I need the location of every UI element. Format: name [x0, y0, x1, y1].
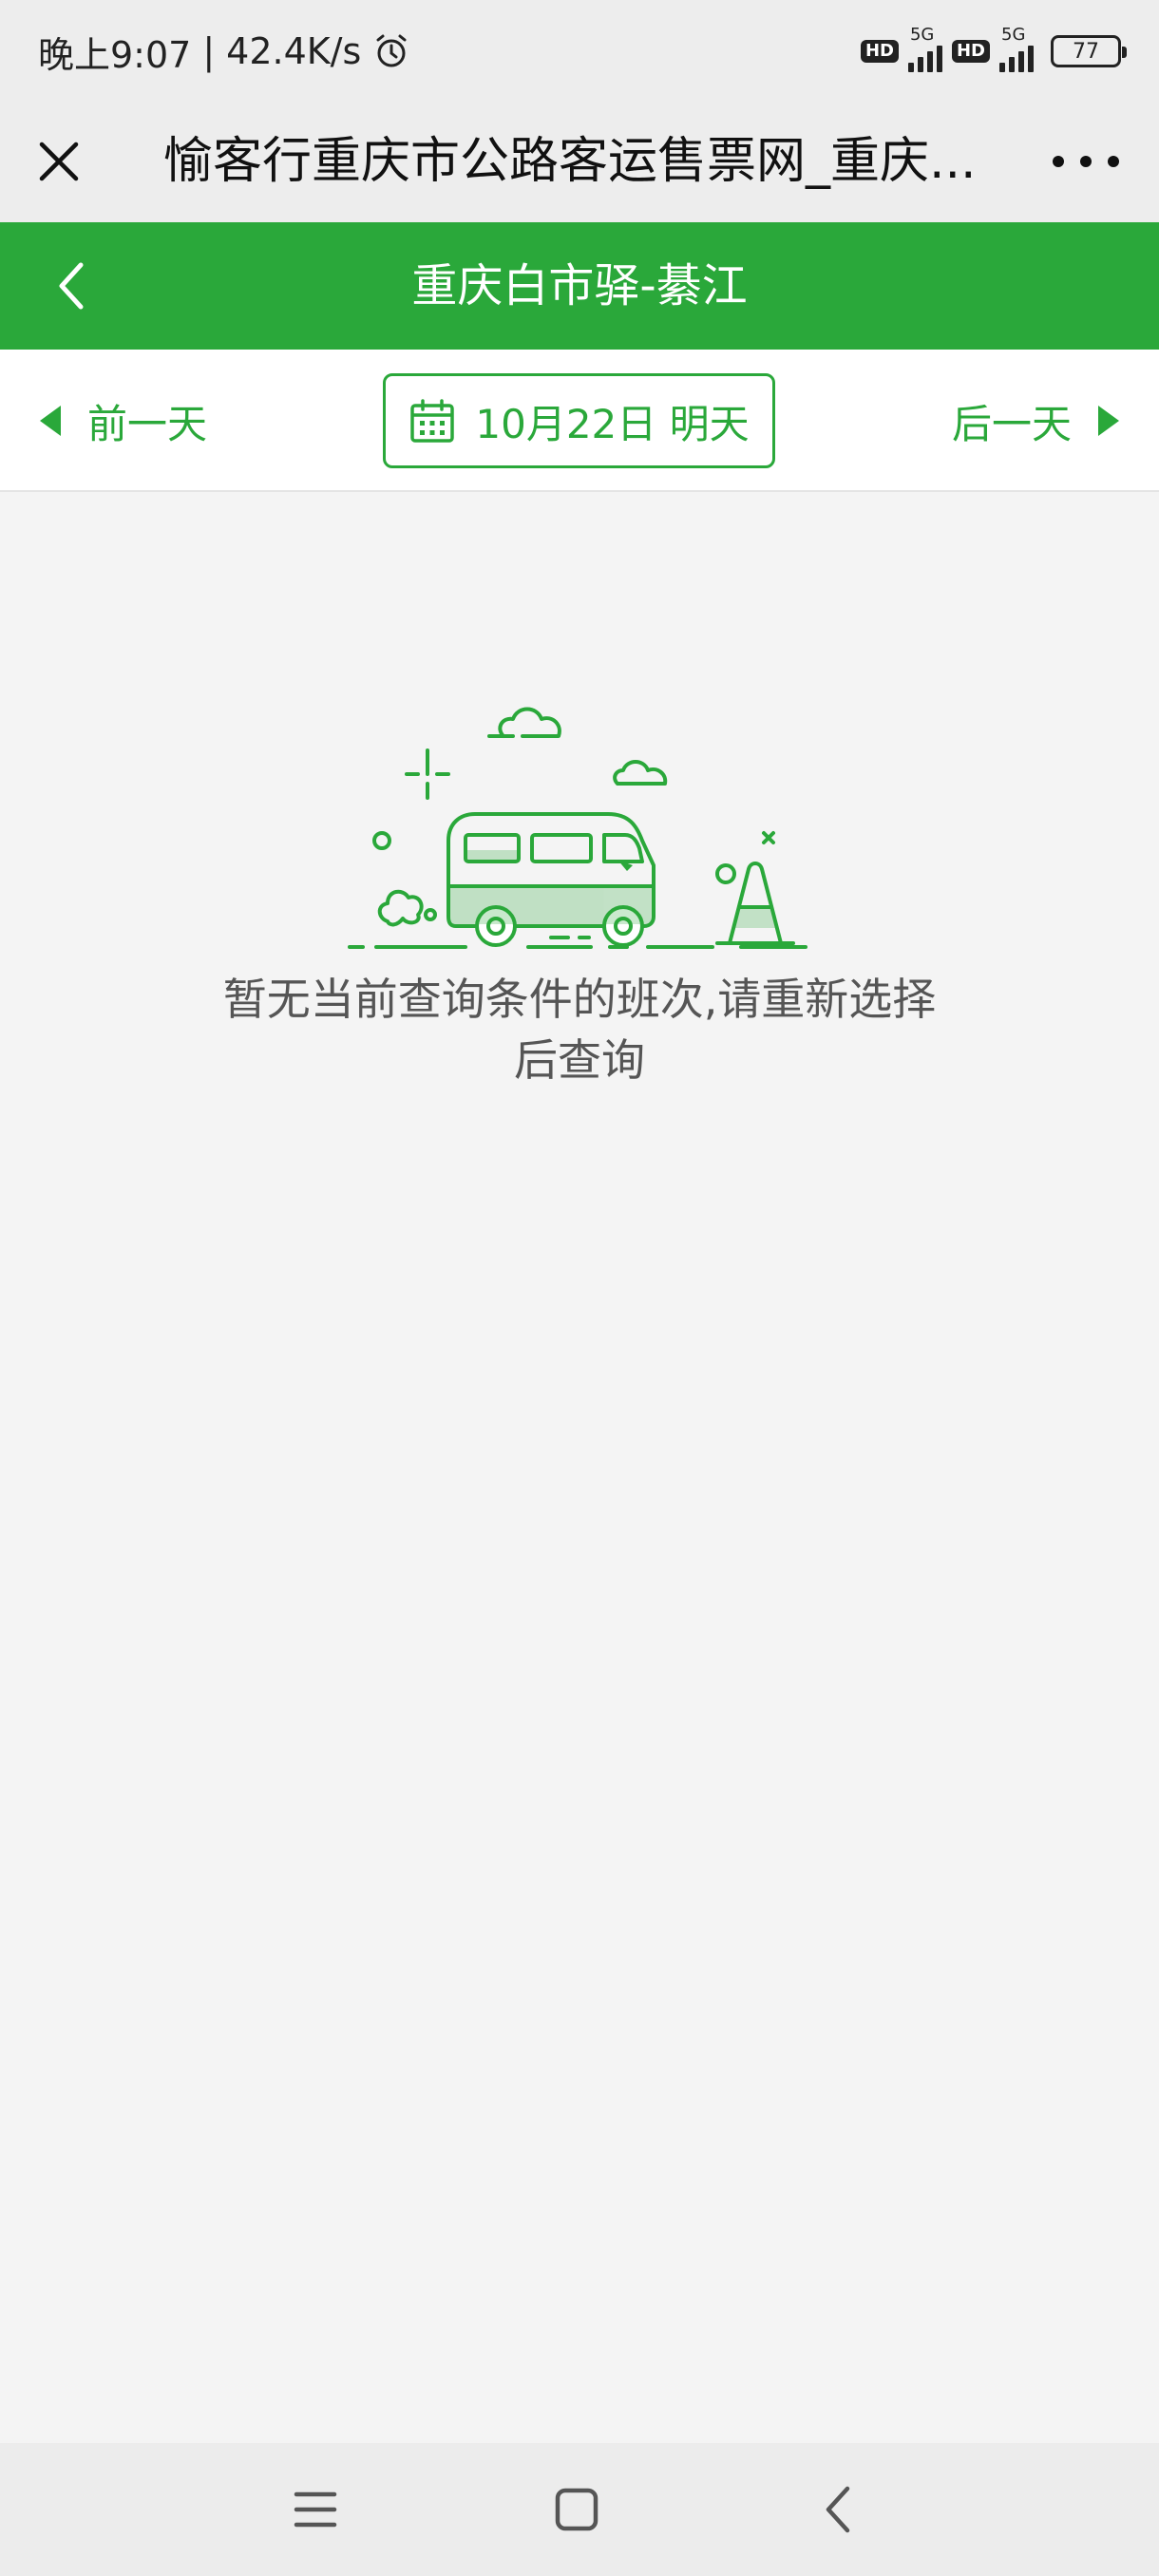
page-title: 愉客行重庆市公路客运售票网_重庆... — [163, 133, 977, 190]
close-button[interactable] — [28, 131, 89, 192]
sim1-hd-badge: HD — [860, 40, 899, 63]
menu-icon — [294, 2491, 337, 2528]
next-day-label: 后一天 — [951, 400, 1072, 447]
more-icon — [1053, 156, 1064, 167]
triangle-left-icon — [40, 406, 61, 436]
network-speed: 42.4K/s — [226, 30, 362, 72]
calendar-icon — [410, 399, 455, 443]
prev-day-button[interactable]: 前一天 — [40, 388, 207, 454]
browser-title-bar: 愉客行重庆市公路客运售票网_重庆... — [0, 103, 1159, 222]
sim1-signal: 5G — [907, 25, 942, 72]
empty-message: 暂无当前查询条件的班次,请重新选择后查询 — [222, 974, 937, 1086]
battery-icon: 77 — [1051, 35, 1127, 67]
chevron-left-icon — [59, 262, 84, 310]
nav-back-button[interactable] — [809, 2481, 866, 2538]
date-bar: 前一天 10月22日 明天 后一天 — [0, 350, 1159, 492]
home-button[interactable] — [548, 2481, 605, 2538]
route-header: 重庆白市驿-綦江 — [0, 222, 1159, 350]
status-bar: 晚上9:07 | 42.4K/s HD 5G HD 5G 77 — [0, 0, 1159, 103]
battery-level: 77 — [1073, 39, 1099, 64]
system-nav-bar — [0, 2443, 1159, 2576]
sim2-hd-badge: HD — [951, 40, 990, 63]
close-icon — [39, 142, 79, 181]
date-label: 10月22日 明天 — [475, 400, 750, 447]
sim2-signal: 5G — [999, 25, 1034, 72]
menu-button[interactable] — [287, 2481, 344, 2538]
home-icon — [555, 2488, 598, 2531]
prev-day-label: 前一天 — [87, 400, 208, 447]
alarm-icon — [376, 34, 407, 67]
back-button[interactable] — [38, 251, 104, 321]
date-picker-button[interactable]: 10月22日 明天 — [383, 373, 775, 468]
more-button[interactable] — [1053, 135, 1119, 188]
status-time: 晚上9:07 — [38, 33, 192, 76]
status-left: 晚上9:07 | 42.4K/s — [38, 26, 410, 78]
route-title: 重庆白市驿-綦江 — [411, 259, 748, 313]
sim1-network-label: 5G — [909, 25, 935, 45]
status-separator: | — [202, 30, 216, 72]
triangle-right-icon — [1098, 406, 1119, 436]
back-icon — [826, 2486, 850, 2533]
next-day-button[interactable]: 后一天 — [952, 388, 1119, 454]
status-right: HD 5G HD 5G 77 — [860, 25, 1127, 72]
sim2-network-label: 5G — [1001, 25, 1026, 45]
bus-illustration — [348, 707, 808, 949]
